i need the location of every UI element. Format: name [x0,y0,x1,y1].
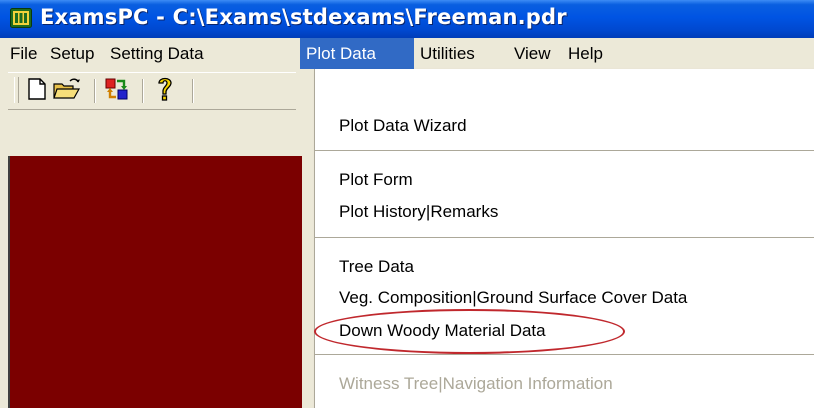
new-document-button[interactable] [22,77,52,105]
app-logo-icon [10,8,32,28]
menu-item-plot-data-wizard[interactable]: Plot Data Wizard [339,112,467,140]
help-button[interactable] [150,77,180,105]
new-document-icon [28,77,46,105]
open-folder-button[interactable] [52,77,82,105]
toolbar-separator [192,79,194,103]
highlight-callout-ellipse [314,309,625,354]
menu-bar: File Setup Setting Data Plot Data Utilit… [0,38,814,69]
menu-utilities[interactable]: Utilities [414,38,481,69]
window-title: ExamsPC - C:\Exams\stdexams\Freeman.pdr [40,5,567,29]
refresh-arrows-icon [104,77,130,106]
app-window: ExamsPC - C:\Exams\stdexams\Freeman.pdr … [0,0,814,408]
toolbar-grip[interactable] [14,77,19,103]
title-bar[interactable]: ExamsPC - C:\Exams\stdexams\Freeman.pdr [0,0,814,38]
menu-help[interactable]: Help [562,38,609,69]
menu-item-tree-data[interactable]: Tree Data [339,253,414,281]
refresh-button[interactable] [102,77,132,105]
menu-item-witness-tree-navigation: Witness Tree|Navigation Information [339,374,613,393]
menu-view[interactable]: View [508,38,557,69]
menu-item-plot-form[interactable]: Plot Form [339,166,413,194]
menu-separator [315,237,814,238]
toolbar-separator [142,79,144,103]
menu-setting-data[interactable]: Setting Data [104,38,210,69]
client-area [8,156,302,408]
menu-file[interactable]: File [4,38,43,69]
toolbar-separator [94,79,96,103]
menu-plot-data[interactable]: Plot Data [300,38,414,69]
window-left-border [0,69,8,408]
help-question-icon [156,76,174,107]
menu-separator [315,354,814,355]
menu-separator [315,150,814,151]
open-folder-icon [53,78,81,105]
menu-item-plot-history-remarks[interactable]: Plot History|Remarks [339,198,498,226]
menu-item-veg-composition[interactable]: Veg. Composition|Ground Surface Cover Da… [339,284,687,312]
menu-setup[interactable]: Setup [44,38,100,69]
plot-data-dropdown-menu: Plot Data Wizard Plot Form Plot History|… [314,69,814,408]
